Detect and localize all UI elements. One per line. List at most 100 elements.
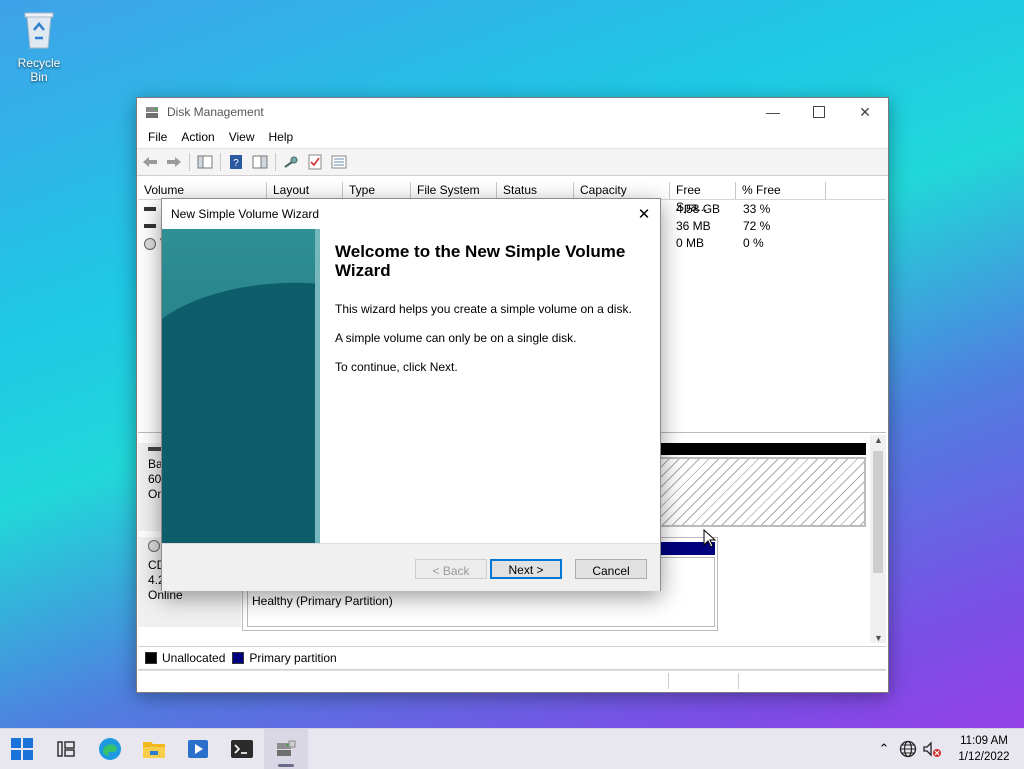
file-explorer-taskbar-button[interactable] — [132, 729, 176, 769]
edge-icon — [99, 738, 121, 760]
legend: Unallocated Primary partition — [138, 646, 886, 670]
maximize-icon — [813, 106, 825, 118]
terminal-taskbar-button[interactable] — [220, 729, 264, 769]
col-percent-free[interactable]: % Free — [736, 182, 826, 199]
toolbar: ? — [137, 148, 888, 176]
status-bar — [138, 670, 886, 691]
menu-view[interactable]: View — [222, 130, 262, 144]
recycle-bin-icon — [24, 12, 54, 49]
scroll-up-icon: ▲ — [874, 435, 883, 445]
col-capacity[interactable]: Capacity — [574, 182, 670, 199]
start-icon — [11, 738, 33, 760]
minimize-icon: — — [766, 104, 780, 120]
wizard-intro-text: This wizard helps you create a simple vo… — [335, 302, 632, 316]
forward-button[interactable] — [165, 153, 183, 171]
percent-free-cell: 33 % — [743, 202, 771, 216]
action-pane-button[interactable] — [251, 153, 269, 171]
col-file-system[interactable]: File System — [411, 182, 497, 199]
recycle-bin-desktop-icon[interactable]: Recycle Bin — [8, 8, 70, 84]
recycle-bin-label: Recycle Bin — [17, 56, 61, 84]
window-title: Disk Management — [167, 105, 264, 119]
back-arrow-icon — [143, 157, 157, 167]
menu-file[interactable]: File — [141, 130, 174, 144]
wizard-heading: Welcome to the New Simple Volume Wizard — [335, 242, 626, 280]
export-list-button[interactable] — [330, 153, 348, 171]
free-space-cell: 36 MB — [676, 219, 711, 233]
mouse-pointer-icon — [703, 529, 717, 548]
media-player-taskbar-button[interactable] — [176, 729, 220, 769]
chevron-up-icon: ⌃ — [878, 741, 890, 756]
action-pane-icon — [252, 155, 268, 169]
cancel-button[interactable]: Cancel — [575, 559, 647, 579]
help-button[interactable]: ? — [227, 153, 245, 171]
partition-status: Healthy (Primary Partition) — [252, 594, 393, 608]
new-simple-volume-wizard-dialog: New Simple Volume Wizard ✕ Welcome to th… — [161, 198, 661, 591]
wizard-content: Welcome to the New Simple Volume Wizard … — [335, 242, 635, 389]
disk-management-taskbar-button[interactable] — [264, 729, 308, 769]
globe-icon — [899, 740, 917, 758]
close-icon: ✕ — [637, 205, 651, 223]
status-divider — [668, 673, 669, 689]
connect-button[interactable] — [282, 153, 300, 171]
console-tree-icon — [197, 155, 213, 169]
clock-date: 1/12/2022 — [958, 751, 1010, 763]
toolbar-separator — [189, 153, 190, 171]
legend-primary: Primary partition — [249, 651, 337, 665]
back-button[interactable]: < Back — [415, 559, 487, 579]
svg-text:?: ? — [233, 158, 239, 169]
vertical-scrollbar[interactable]: ▲ ▼ — [870, 435, 886, 643]
show-hide-console-button[interactable] — [196, 153, 214, 171]
maximize-button[interactable] — [796, 98, 842, 126]
scrollbar-thumb[interactable] — [873, 451, 883, 573]
edge-taskbar-button[interactable] — [88, 729, 132, 769]
wizard-close-button[interactable]: ✕ — [628, 199, 660, 228]
task-view-icon — [57, 741, 75, 757]
percent-free-cell: 72 % — [743, 219, 771, 233]
menu-bar: File Action View Help — [137, 126, 888, 148]
taskbar: ⌃ 11:09 AM 1/12/2022 — [0, 728, 1024, 769]
clock[interactable]: 11:09 AM 1/12/2022 — [952, 733, 1016, 765]
free-space-cell: 0 MB — [676, 236, 705, 250]
media-icon — [188, 740, 208, 758]
menu-help[interactable]: Help — [262, 130, 301, 144]
unallocated-swatch — [145, 652, 157, 664]
close-button[interactable]: ✕ — [842, 98, 888, 126]
disk-0-unallocated-region[interactable] — [658, 457, 866, 527]
file-explorer-icon — [143, 742, 165, 758]
col-layout[interactable]: Layout — [267, 182, 343, 199]
network-button[interactable] — [896, 729, 920, 769]
window-titlebar[interactable]: Disk Management — ✕ — [137, 98, 888, 126]
primary-swatch — [232, 652, 245, 664]
percent-free-cell: 0 % — [743, 236, 764, 250]
menu-action[interactable]: Action — [174, 130, 221, 144]
col-volume[interactable]: Volume — [138, 182, 267, 199]
list-icon — [331, 155, 347, 169]
col-type[interactable]: Type — [343, 182, 411, 199]
wizard-continue-text: To continue, click Next. — [335, 360, 458, 374]
back-button[interactable] — [141, 153, 159, 171]
volume-button[interactable] — [920, 729, 944, 769]
wizard-titlebar[interactable]: New Simple Volume Wizard ✕ — [162, 199, 660, 228]
col-status[interactable]: Status — [497, 182, 574, 199]
scroll-down-icon: ▼ — [874, 633, 883, 643]
key-icon — [284, 156, 298, 168]
toolbar-separator — [275, 153, 276, 171]
show-hidden-icons-button[interactable]: ⌃ — [872, 729, 896, 769]
start-button[interactable] — [0, 729, 44, 769]
clock-time: 11:09 AM — [960, 735, 1008, 747]
wizard-info-text: A simple volume can only be on a single … — [335, 331, 577, 345]
free-space-cell: 4.58 GB — [676, 202, 721, 216]
task-view-button[interactable] — [44, 729, 88, 769]
cd-drive-icon — [144, 238, 156, 250]
wizard-button-bar: < Back Next > Cancel — [162, 543, 660, 591]
minimize-button[interactable]: — — [750, 98, 796, 126]
col-free-space[interactable]: Free Spa... — [670, 182, 736, 214]
disk-icon — [148, 447, 162, 451]
properties-button[interactable] — [306, 153, 324, 171]
wizard-title: New Simple Volume Wizard — [171, 206, 320, 221]
next-button[interactable]: Next > — [490, 559, 562, 579]
disk-management-app-icon — [146, 107, 158, 118]
forward-arrow-icon — [167, 157, 181, 167]
disk-management-icon — [277, 740, 296, 756]
checklist-icon — [308, 154, 322, 170]
